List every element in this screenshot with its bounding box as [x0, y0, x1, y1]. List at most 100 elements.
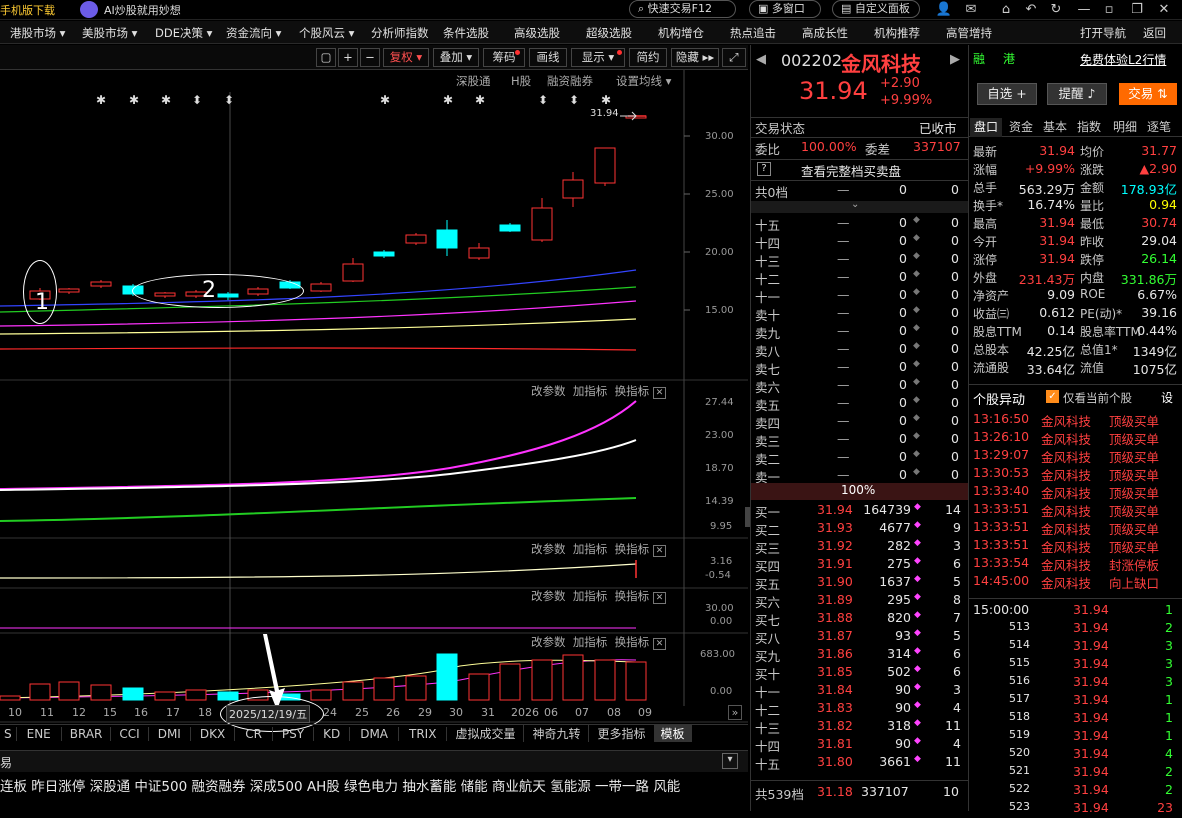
tab-more[interactable]: 更多指标 — [589, 725, 655, 742]
menu-dde[interactable]: DDE决策 ▾ — [155, 25, 212, 41]
tab-psy[interactable]: PSY — [273, 727, 315, 741]
alert-stock[interactable]: 金风科技 — [1041, 573, 1091, 591]
ticker-item[interactable]: 融资融券 — [191, 779, 245, 795]
alert-stock[interactable]: 金风科技 — [1041, 411, 1091, 429]
refresh-icon[interactable]: ↻ — [1047, 1, 1065, 19]
menu-hot[interactable]: 热点追击 — [730, 25, 776, 41]
overlay-button[interactable]: 叠加 ▾ — [433, 48, 479, 67]
ai-promo-link[interactable]: AI炒股就用妙想 — [104, 2, 181, 18]
mail-icon[interactable]: ✉ — [962, 1, 980, 19]
close-icon[interactable]: ✕ — [652, 545, 667, 557]
switch-indicator-button[interactable]: 换指标 — [615, 589, 650, 603]
menu-return[interactable]: 返回 — [1143, 25, 1166, 41]
menu-capital[interactable]: 资金流向 ▾ — [226, 25, 281, 41]
close-icon[interactable]: ✕ — [1155, 1, 1173, 19]
add-indicator-button[interactable]: 加指标 — [573, 635, 608, 649]
tab-s[interactable]: S — [0, 727, 17, 741]
alert-stock[interactable]: 金风科技 — [1041, 555, 1091, 573]
tab-fund[interactable]: 资金 — [1005, 118, 1037, 137]
add-indicator-button[interactable]: 加指标 — [573, 384, 608, 398]
menu-condition[interactable]: 条件选股 — [443, 25, 489, 41]
tab-magic-nine[interactable]: 神奇九转 — [524, 725, 590, 742]
switch-indicator-button[interactable]: 换指标 — [615, 542, 650, 556]
menu-us[interactable]: 美股市场 ▾ — [82, 25, 137, 41]
tab-ene[interactable]: ENE — [17, 727, 62, 741]
tab-brar[interactable]: BRAR — [62, 727, 112, 741]
tab-virtual-volume[interactable]: 虚拟成交量 — [447, 725, 525, 742]
menu-inst-add[interactable]: 机构增仓 — [658, 25, 704, 41]
trade-button[interactable]: 交易 ⇅ — [1119, 83, 1177, 105]
tab-template[interactable]: 模板 — [654, 725, 692, 742]
tab-tick[interactable]: 逐笔 — [1143, 118, 1175, 137]
custom-panel-button[interactable]: ▤ 自定义面板 — [832, 0, 920, 18]
multi-window-button[interactable]: ▣ 多窗口 — [749, 0, 821, 18]
tab-index[interactable]: 指数 — [1073, 118, 1105, 137]
menu-exec[interactable]: 高管增持 — [946, 25, 992, 41]
minimize-icon[interactable]: — — [1075, 1, 1093, 19]
menu-nav[interactable]: 打开导航 — [1080, 25, 1126, 41]
menu-advanced[interactable]: 高级选股 — [514, 25, 560, 41]
menu-super[interactable]: 超级选股 — [586, 25, 632, 41]
ticker-item[interactable]: 一带一路 — [595, 779, 649, 795]
ticker-item[interactable]: 绿色电力 — [344, 779, 398, 795]
ticker-item[interactable]: 风能 — [653, 779, 680, 795]
ask-collapse-bar[interactable]: ⌄ — [751, 199, 968, 213]
user-icon[interactable]: 👤 — [935, 1, 953, 19]
alert-stock[interactable]: 金风科技 — [1041, 501, 1091, 519]
alert-stock[interactable]: 金风科技 — [1041, 519, 1091, 537]
back-icon[interactable]: ↶ — [1022, 1, 1040, 19]
ticker-item[interactable]: 商业航天 — [492, 779, 546, 795]
tab-pankou[interactable]: 盘口 — [970, 118, 1002, 137]
kline-chart[interactable]: ✱ ✱ ✱ ⬍ ⬍ ✱ ✱ ✱ ⬍ ⬍ ✱ — [0, 70, 748, 760]
edit-params-button[interactable]: 改参数 — [531, 589, 566, 603]
prev-stock-icon[interactable]: ◀ — [756, 52, 766, 67]
zoom-in-icon[interactable]: + — [338, 48, 358, 67]
add-indicator-button[interactable]: 加指标 — [573, 542, 608, 556]
checkbox-checked-icon[interactable]: ✓ — [1046, 390, 1059, 403]
switch-indicator-button[interactable]: 换指标 — [615, 384, 650, 398]
fullscreen-icon[interactable]: ⤢ — [722, 48, 746, 67]
link-hshare[interactable]: H股 — [511, 73, 531, 89]
tab-kd[interactable]: KD — [314, 727, 351, 741]
alert-stock[interactable]: 金风科技 — [1041, 483, 1091, 501]
simple-button[interactable]: 简约 — [629, 48, 667, 67]
switch-indicator-button[interactable]: 换指标 — [615, 635, 650, 649]
ticker-item[interactable]: 深股通 — [90, 779, 131, 795]
tab-dkx[interactable]: DKX — [191, 727, 236, 741]
link-ma-settings[interactable]: 设置均线 ▾ — [616, 73, 671, 89]
scroll-right-icon[interactable]: » — [728, 705, 742, 720]
tab-cci[interactable]: CCI — [111, 727, 149, 741]
add-indicator-button[interactable]: 加指标 — [573, 589, 608, 603]
link-sgt[interactable]: 深股通 — [456, 73, 491, 89]
side-toggle-icon[interactable] — [745, 507, 750, 527]
tab-dma[interactable]: DMA — [350, 727, 400, 741]
ticker-item[interactable]: 抽水蓄能 — [402, 779, 456, 795]
menu-stock-wind[interactable]: 个股风云 ▾ — [299, 25, 354, 41]
hide-button[interactable]: 隐藏 ▸▸ — [671, 48, 719, 67]
tab-dmi[interactable]: DMI — [149, 727, 191, 741]
tab-cr[interactable]: CR — [235, 727, 273, 741]
tab-detail[interactable]: 明细 — [1109, 118, 1141, 137]
ticker-item[interactable]: 深成500 — [250, 779, 303, 795]
zoom-out-icon[interactable]: − — [360, 48, 380, 67]
next-stock-icon[interactable]: ▶ — [950, 52, 960, 67]
ticker-item[interactable]: 中证500 — [134, 779, 187, 795]
draw-button[interactable]: 画线 — [529, 48, 567, 67]
edit-params-button[interactable]: 改参数 — [531, 384, 566, 398]
menu-growth[interactable]: 高成长性 — [802, 25, 848, 41]
alerts-settings-button[interactable]: 设 — [1161, 389, 1173, 406]
link-margin[interactable]: 融资融券 — [547, 73, 593, 89]
close-icon[interactable]: ✕ — [652, 592, 667, 604]
alert-stock[interactable]: 金风科技 — [1041, 465, 1091, 483]
restore-rights-button[interactable]: 复权 ▾ — [383, 48, 429, 67]
maximize-icon[interactable]: ▫ — [1100, 1, 1118, 19]
alert-stock[interactable]: 金风科技 — [1041, 447, 1091, 465]
ticker-item[interactable]: AH股 — [307, 779, 340, 795]
full-depth-link[interactable]: 查看完整档买卖盘 — [801, 161, 901, 179]
home-icon[interactable]: ⌂ — [997, 1, 1015, 19]
edit-params-button[interactable]: 改参数 — [531, 635, 566, 649]
alert-stock[interactable]: 金风科技 — [1041, 537, 1091, 555]
remind-button[interactable]: 提醒 ♪ — [1047, 83, 1107, 105]
close-icon[interactable]: ✕ — [652, 638, 667, 650]
close-icon[interactable]: ✕ — [652, 387, 667, 399]
